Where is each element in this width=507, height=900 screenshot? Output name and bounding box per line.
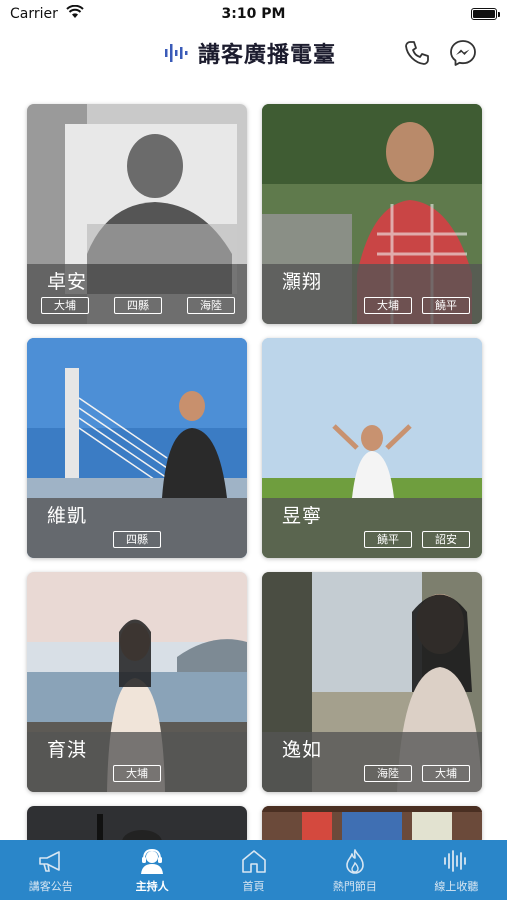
host-card[interactable]: 卓安 大埔 四縣 海陸 bbox=[27, 104, 247, 324]
dialect-tag: 海陸 bbox=[364, 765, 412, 782]
soundwave-icon bbox=[441, 848, 471, 874]
dialect-tag: 四縣 bbox=[114, 297, 162, 314]
home-icon bbox=[239, 848, 269, 874]
battery-icon bbox=[471, 8, 500, 20]
host-name: 維凱 bbox=[47, 505, 88, 527]
dialect-tag: 大埔 bbox=[113, 765, 161, 782]
host-name: 昱寧 bbox=[282, 505, 323, 527]
soundwave-logo-icon bbox=[165, 44, 188, 62]
status-bar: Carrier 3:10 PM bbox=[0, 0, 507, 28]
host-card[interactable]: 逸如 海陸 大埔 bbox=[262, 572, 482, 792]
dialect-tag: 海陸 bbox=[187, 297, 235, 314]
host-card[interactable]: 灝翔 大埔 饒平 bbox=[262, 104, 482, 324]
host-name: 灝翔 bbox=[282, 271, 323, 293]
dialect-tag: 詔安 bbox=[422, 531, 470, 548]
dialect-tag: 大埔 bbox=[422, 765, 470, 782]
messenger-icon bbox=[450, 40, 476, 66]
headset-person-icon bbox=[137, 848, 167, 874]
flame-icon bbox=[340, 848, 370, 874]
tab-listen-online[interactable]: 線上收聽 bbox=[406, 840, 507, 900]
bottom-tab-bar: 講客公告 主持人 首頁 熱門節目 線上收聽 bbox=[0, 840, 507, 900]
host-card[interactable]: 昱寧 饒平 詔安 bbox=[262, 338, 482, 558]
dialect-tags: 大埔 bbox=[113, 765, 161, 782]
tab-label: 首頁 bbox=[242, 880, 265, 893]
dialect-tag: 饒平 bbox=[422, 297, 470, 314]
app-logo: 講客廣播電臺 bbox=[164, 36, 336, 70]
dialect-tags: 大埔 饒平 bbox=[364, 297, 470, 314]
megaphone-icon bbox=[36, 848, 66, 874]
dialect-tags: 饒平 詔安 bbox=[364, 531, 470, 548]
dialect-tag: 大埔 bbox=[364, 297, 412, 314]
phone-button[interactable] bbox=[400, 36, 434, 70]
tab-label: 主持人 bbox=[135, 880, 169, 893]
tab-announcements[interactable]: 講客公告 bbox=[0, 840, 101, 900]
tab-label: 熱門節目 bbox=[332, 880, 377, 893]
messenger-button[interactable] bbox=[446, 36, 480, 70]
tab-home[interactable]: 首頁 bbox=[203, 840, 304, 900]
tab-label: 線上收聽 bbox=[434, 880, 479, 893]
tab-popular-programs[interactable]: 熱門節目 bbox=[304, 840, 405, 900]
host-card[interactable]: 育淇 大埔 bbox=[27, 572, 247, 792]
app-title: 講客廣播電臺 bbox=[198, 42, 337, 68]
nav-header: 講客廣播電臺 bbox=[0, 28, 507, 78]
host-name: 卓安 bbox=[47, 271, 88, 293]
host-name: 逸如 bbox=[282, 739, 323, 761]
dialect-tags: 四縣 bbox=[113, 531, 161, 548]
host-name: 育淇 bbox=[47, 739, 88, 761]
phone-icon bbox=[405, 41, 429, 65]
dialect-tags: 海陸 大埔 bbox=[364, 765, 470, 782]
host-card[interactable]: 維凱 四縣 bbox=[27, 338, 247, 558]
dialect-tag: 大埔 bbox=[41, 297, 89, 314]
dialect-tag: 四縣 bbox=[113, 531, 161, 548]
tab-hosts[interactable]: 主持人 bbox=[101, 840, 202, 900]
dialect-tag: 饒平 bbox=[364, 531, 412, 548]
tab-label: 講客公告 bbox=[28, 880, 73, 893]
dialect-tags: 大埔 四縣 海陸 bbox=[41, 297, 235, 314]
clock-label: 3:10 PM bbox=[221, 6, 286, 22]
